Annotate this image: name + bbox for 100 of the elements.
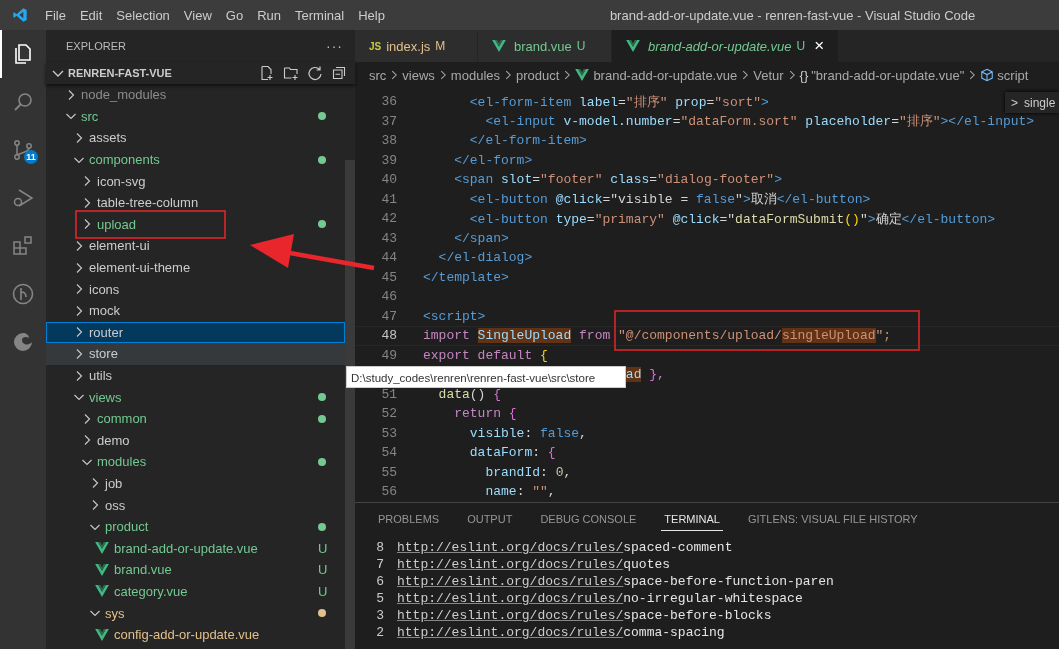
window-title: brand-add-or-update.vue - renren-fast-vue - Visual Studio Code: [609, 7, 976, 23]
breadcrumb-item[interactable]: Vetur: [753, 67, 784, 83]
terminal-text: 5: [375, 591, 385, 606]
terminal-link[interactable]: http://eslint.org/docs/rules/: [397, 574, 624, 589]
terminal-link[interactable]: http://eslint.org/docs/rules/: [397, 608, 624, 623]
editor-tab[interactable]: JS index.js M: [355, 30, 478, 62]
tree-item[interactable]: icons: [46, 278, 345, 300]
tree-item[interactable]: assets: [46, 127, 345, 149]
terminal-link[interactable]: http://eslint.org/docs/rules/: [397, 591, 624, 606]
tree-item[interactable]: brand.vue U: [46, 559, 345, 581]
code-line: dataForm: {: [468, 445, 556, 461]
breadcrumb-item[interactable]: views: [402, 67, 435, 83]
tree-item[interactable]: components: [46, 148, 345, 171]
code-line: </template>: [423, 269, 509, 285]
menu-item[interactable]: Selection: [109, 7, 177, 23]
close-button[interactable]: ×: [814, 36, 825, 56]
tree-item[interactable]: job: [46, 472, 345, 495]
menu-item[interactable]: View: [176, 7, 219, 23]
notification-badge: 11: [24, 150, 38, 164]
tree-item[interactable]: utils: [46, 364, 345, 387]
tree-item[interactable]: oss: [46, 494, 345, 516]
panel-tab[interactable]: DEBUG CONSOLE: [537, 507, 640, 531]
tree-item[interactable]: modules: [46, 451, 345, 473]
terminal-link[interactable]: http://eslint.org/docs/rules/: [397, 540, 624, 555]
tree-item[interactable]: store: [46, 343, 345, 365]
line-number: 49: [380, 347, 397, 363]
line-number: 42: [380, 211, 397, 227]
code-line: <script>: [423, 308, 486, 324]
code-line: name: "",: [484, 484, 556, 500]
tree-item[interactable]: upload: [46, 213, 345, 236]
menu-item[interactable]: Edit: [72, 7, 110, 23]
panel-tab[interactable]: PROBLEMS: [375, 507, 443, 531]
vue-file-icon: [575, 69, 590, 81]
line-number: 40: [380, 172, 397, 188]
swirl-icon: [11, 330, 35, 354]
code-line: export default {: [423, 347, 548, 363]
breadcrumb-item[interactable]: src: [369, 67, 387, 83]
terminal-link[interactable]: http://eslint.org/docs/rules/: [397, 557, 624, 572]
new-file-icon[interactable]: [259, 65, 275, 81]
code-line: <el-button type="primary" @click="dataFormSubmit()">确定</el-button>: [468, 210, 996, 228]
tree-item[interactable]: common: [46, 407, 345, 430]
folder-section-title[interactable]: RENREN-FAST-VUE: [68, 67, 259, 79]
editor-tab[interactable]: brand-add-or-update.vue U ×: [612, 30, 840, 62]
tree-item[interactable]: config-add-or-update.vue: [46, 623, 345, 646]
terminal-text: 7: [375, 557, 385, 572]
breadcrumb-item[interactable]: brand-add-or-update.vue: [593, 67, 738, 83]
tree-item[interactable]: src: [46, 105, 345, 128]
git-status-letter: U: [796, 39, 806, 53]
panel-tab[interactable]: GITLENS: VISUAL FILE HISTORY: [744, 507, 921, 531]
terminal-text: 2: [375, 625, 385, 640]
tree-item[interactable]: node_modules: [46, 84, 345, 106]
line-number: 54: [380, 445, 397, 461]
terminal-text: 8: [375, 540, 385, 555]
menu-item[interactable]: Help: [351, 7, 392, 23]
tree-item[interactable]: icon-svg: [46, 170, 345, 192]
tree-item[interactable]: element-ui-theme: [46, 256, 345, 279]
code-line: </el-form-item>: [468, 133, 587, 149]
tree-item[interactable]: product: [46, 515, 345, 538]
vue-file-icon: [492, 40, 506, 52]
panel-tab[interactable]: TERMINAL: [661, 507, 723, 531]
activity-button[interactable]: 11: [0, 126, 44, 174]
panel-tab[interactable]: OUTPUT: [464, 507, 516, 531]
terminal-link[interactable]: http://eslint.org/docs/rules/: [397, 625, 624, 640]
breadcrumb-item[interactable]: script: [997, 67, 1029, 83]
code-line: </el-dialog>: [437, 250, 533, 266]
tree-item[interactable]: table-tree-column: [46, 191, 345, 214]
code-line: </el-form>: [453, 152, 533, 168]
refresh-icon[interactable]: [307, 65, 323, 81]
line-number: 43: [380, 230, 397, 246]
breadcrumb-item[interactable]: "brand-add-or-update.vue": [811, 67, 965, 83]
code-line: data() {: [437, 386, 502, 402]
tree-item[interactable]: category.vue U: [46, 580, 345, 603]
code-line: </span>: [453, 230, 509, 246]
vue-file-icon: [95, 628, 109, 641]
tree-item[interactable]: views: [46, 386, 345, 408]
code-line: <span slot="footer" class="dialog-footer">: [453, 172, 782, 188]
menu-item[interactable]: Terminal: [288, 7, 352, 23]
braces-icon: {}: [799, 67, 809, 83]
tree-item[interactable]: router: [46, 321, 345, 344]
git-status-letter: U: [318, 540, 328, 556]
git-status-letter: M: [435, 39, 446, 53]
tree-item[interactable]: brand-add-or-update.vue U: [46, 537, 345, 560]
menu-item[interactable]: Go: [218, 7, 251, 23]
line-number: 56: [380, 484, 397, 500]
tree-item[interactable]: element-ui: [46, 235, 345, 257]
menu-item[interactable]: File: [38, 7, 73, 23]
tree-item[interactable]: sys: [46, 602, 345, 624]
menu-item[interactable]: Run: [250, 7, 288, 23]
tree-item[interactable]: mock: [46, 299, 345, 322]
breadcrumb-dropdown[interactable]: > single: [1005, 92, 1059, 113]
collapse-all-icon[interactable]: [331, 65, 347, 81]
line-number: 55: [380, 464, 397, 480]
editor-tab[interactable]: brand.vue U: [478, 30, 612, 62]
breadcrumb-item[interactable]: product: [516, 67, 560, 83]
code-line: <el-button @click="visible = false">取消</el-button>: [468, 191, 871, 209]
more-actions-button[interactable]: ···: [326, 38, 343, 54]
line-number: 44: [380, 250, 397, 266]
tree-item[interactable]: demo: [46, 429, 345, 452]
new-folder-icon[interactable]: [283, 65, 299, 81]
breadcrumb-item[interactable]: modules: [450, 67, 500, 83]
